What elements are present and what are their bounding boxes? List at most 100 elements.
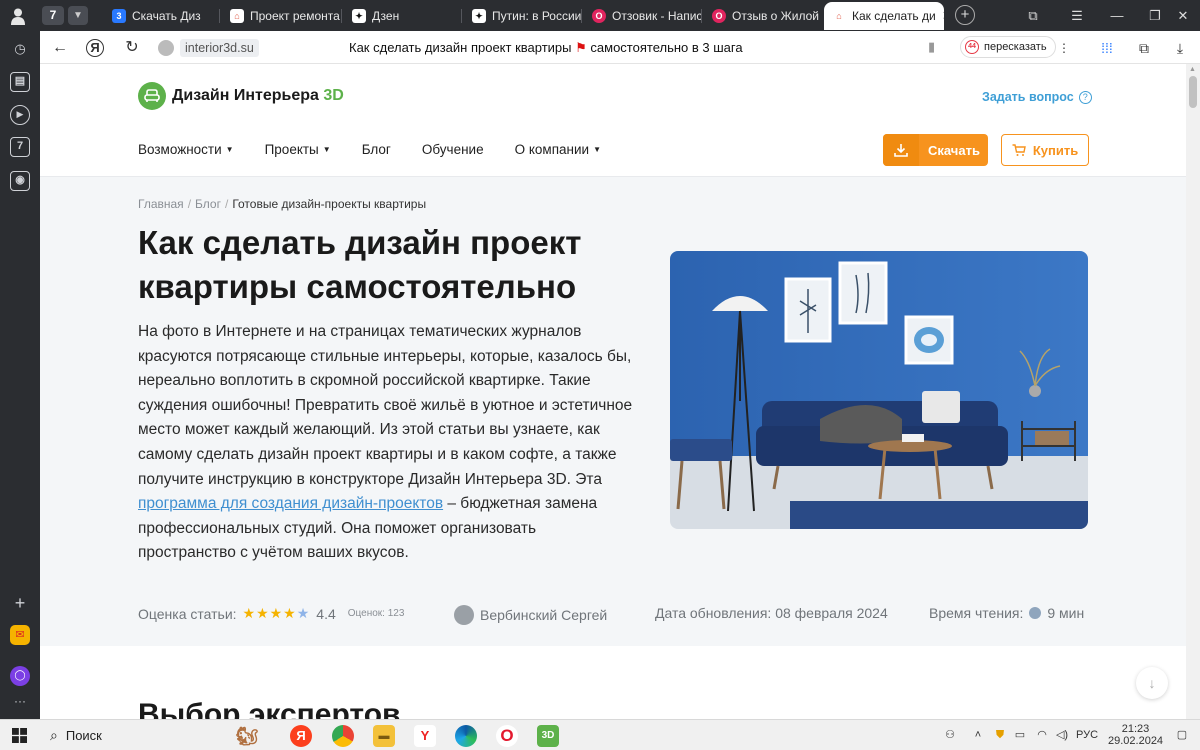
people-icon[interactable]: ⚇ — [940, 720, 960, 750]
retell-button[interactable]: 44 пересказать — [960, 36, 1056, 58]
squirrel-widget-icon[interactable]: 🐿 — [224, 725, 270, 747]
tab-4[interactable]: ✦ Путин: в России — [464, 2, 582, 30]
tab-active[interactable]: ⌂ Как сделать ди ✕ — [824, 2, 944, 30]
tab-title: Путин: в России — [492, 9, 582, 23]
tab-3[interactable]: ✦ Дзен — [344, 2, 462, 30]
hamburger-menu-icon[interactable]: ☰ — [1058, 0, 1096, 31]
program-link[interactable]: программа для создания дизайн-проектов — [138, 495, 443, 512]
clock-date: 29.02.2024 — [1108, 735, 1164, 747]
armchair-logo-icon — [138, 82, 166, 110]
buy-button[interactable]: Купить — [1001, 134, 1089, 166]
add-icon[interactable]: + — [10, 593, 30, 613]
tabs-panel-icon[interactable]: ⧉ — [1014, 0, 1052, 31]
more-vertical-icon[interactable]: ⋮ — [1054, 38, 1074, 58]
tab-counter[interactable]: 7 — [42, 6, 64, 25]
close-window-icon[interactable]: ✕ — [1164, 0, 1200, 31]
browser-tab-bar: 7 ▼ 3 Скачать Диз ⌂ Проект ремонта ✦ Дзе… — [0, 0, 1200, 31]
more-icon[interactable]: ··· — [10, 691, 30, 711]
otzovik-icon: O — [592, 9, 606, 23]
mail-icon[interactable]: ✉ — [10, 625, 30, 645]
question-icon: ? — [1078, 90, 1092, 104]
tab-title: Отзовик - Напис — [612, 9, 702, 23]
yandex-browser-icon[interactable]: Я — [290, 725, 312, 747]
file-explorer-icon[interactable]: ▬ — [373, 725, 395, 747]
rating-label: Оценка статьи: — [138, 605, 237, 622]
chrome-icon[interactable] — [332, 725, 354, 747]
network-icon[interactable]: ▭ — [1012, 720, 1028, 750]
download-icon[interactable]: ⤓ — [1170, 38, 1190, 58]
tab-title: Скачать Диз — [132, 9, 201, 23]
votes-count: Оценок: 123 — [347, 608, 405, 619]
tab-1[interactable]: 3 Скачать Диз — [104, 2, 220, 30]
url-page-title: Как сделать дизайн проект квартиры ⚑ сам… — [349, 40, 743, 55]
page-scrollbar[interactable]: ▲ — [1186, 64, 1200, 719]
url-field[interactable]: interior3d.su Как сделать дизайн проект … — [154, 37, 1024, 59]
ask-question-link[interactable]: Задать вопрос ? — [982, 90, 1092, 104]
taskbar-search[interactable]: ⌕ Поиск — [40, 720, 210, 750]
breadcrumb-blog[interactable]: Блог — [195, 197, 221, 211]
article-lead: На фото в Интернете и на страницах темат… — [138, 323, 633, 562]
site-logo[interactable]: Дизайн Интерьера 3D — [138, 82, 344, 110]
logo-accent: 3D — [323, 87, 344, 104]
interior3d-app-icon[interactable]: 3D — [537, 725, 559, 747]
retell-badge: 44 — [965, 40, 979, 54]
bookmark-icon[interactable]: ▮ — [928, 39, 935, 55]
play-icon[interactable]: ▶ — [10, 105, 30, 125]
collections-icon[interactable]: ▤ — [10, 72, 30, 92]
shield-icon[interactable]: ⛊ — [992, 720, 1008, 750]
nav-item-features[interactable]: Возможности ▼ — [138, 142, 234, 157]
page-title: Как сделать дизайн проект квартиры самос… — [138, 224, 582, 305]
back-arrow-icon[interactable]: ← — [50, 38, 70, 58]
new-tab-button[interactable]: + — [955, 5, 975, 25]
retell-label: пересказать — [984, 41, 1047, 53]
history-icon[interactable]: ◷ — [10, 39, 30, 59]
rating-block: Оценка статьи: ★★★★★ 4.4 Оценок: 123 — [138, 605, 404, 622]
extensions-icon[interactable]: ⧉ — [1134, 38, 1154, 58]
screenshot-icon[interactable]: ◉ — [10, 171, 30, 191]
minimize-icon[interactable]: — — [1098, 0, 1136, 31]
apps-grid-icon[interactable]: ⁞⁞⁞ — [1097, 38, 1117, 58]
download-button[interactable]: Скачать — [883, 134, 988, 166]
rating-stars[interactable]: ★★★★★ — [243, 605, 311, 622]
tab-2[interactable]: ⌂ Проект ремонта — [222, 2, 342, 30]
avatar — [454, 605, 474, 625]
main-nav: Возможности ▼ Проекты ▼ Блог Обучение О ко… — [138, 142, 601, 157]
lock-icon[interactable] — [158, 40, 174, 56]
notifications-icon[interactable]: ▢ — [1172, 720, 1192, 750]
reading-value: 9 мин — [1047, 605, 1085, 621]
browser-sidebar: ◷ ▤ ▶ 7 ◉ + ✉ ◯ ··· — [0, 31, 40, 719]
close-tab-icon[interactable]: ✕ — [942, 8, 944, 24]
nav-item-learning[interactable]: Обучение — [422, 142, 484, 157]
edge-icon[interactable] — [455, 725, 477, 747]
author-block: Вербинский Сергей — [454, 605, 607, 625]
nav-item-blog[interactable]: Блог — [362, 142, 391, 157]
nav-item-projects[interactable]: Проекты ▼ — [265, 142, 331, 157]
reload-icon[interactable]: ↻ — [122, 38, 142, 58]
profile-icon[interactable] — [8, 6, 28, 26]
address-bar: ← Я ↻ interior3d.su Как сделать дизайн п… — [40, 31, 1200, 64]
hero-image — [670, 251, 1088, 529]
sidebar-badge[interactable]: 7 — [10, 137, 30, 157]
tab-6[interactable]: O Отзыв о Жилой — [704, 2, 822, 30]
scroll-down-button[interactable]: ↓ — [1136, 667, 1168, 699]
logo-text: Дизайн Интерьера — [172, 87, 319, 104]
section-heading: Выбор экспертов — [138, 698, 401, 719]
yandex-icon[interactable]: Я — [86, 39, 104, 57]
system-clock[interactable]: 21:23 29.02.2024 — [1108, 723, 1163, 747]
volume-icon[interactable]: ◁) — [1054, 720, 1070, 750]
language-indicator[interactable]: РУС — [1072, 720, 1102, 750]
alice-icon[interactable]: ◯ — [10, 666, 30, 686]
yandex-app-icon[interactable]: Y — [414, 725, 436, 747]
windows-start-icon[interactable] — [12, 728, 27, 743]
chevron-down-icon[interactable]: ▼ — [68, 6, 88, 25]
nav-item-company[interactable]: О компании ▼ — [515, 142, 601, 157]
article-meta: Оценка статьи: ★★★★★ 4.4 Оценок: 123 Вер… — [138, 605, 1088, 625]
tab-5[interactable]: O Отзовик - Напис — [584, 2, 702, 30]
opera-icon[interactable]: O — [496, 725, 518, 747]
scroll-thumb[interactable] — [1189, 76, 1197, 108]
reading-time-block: Время чтения: 9 мин — [929, 605, 1084, 621]
wifi-icon[interactable]: ◠ — [1034, 720, 1050, 750]
breadcrumb-home[interactable]: Главная — [138, 197, 184, 211]
clock-time: 21:23 — [1121, 723, 1150, 735]
show-hidden-icons-chevron[interactable]: ˄ — [970, 720, 986, 750]
